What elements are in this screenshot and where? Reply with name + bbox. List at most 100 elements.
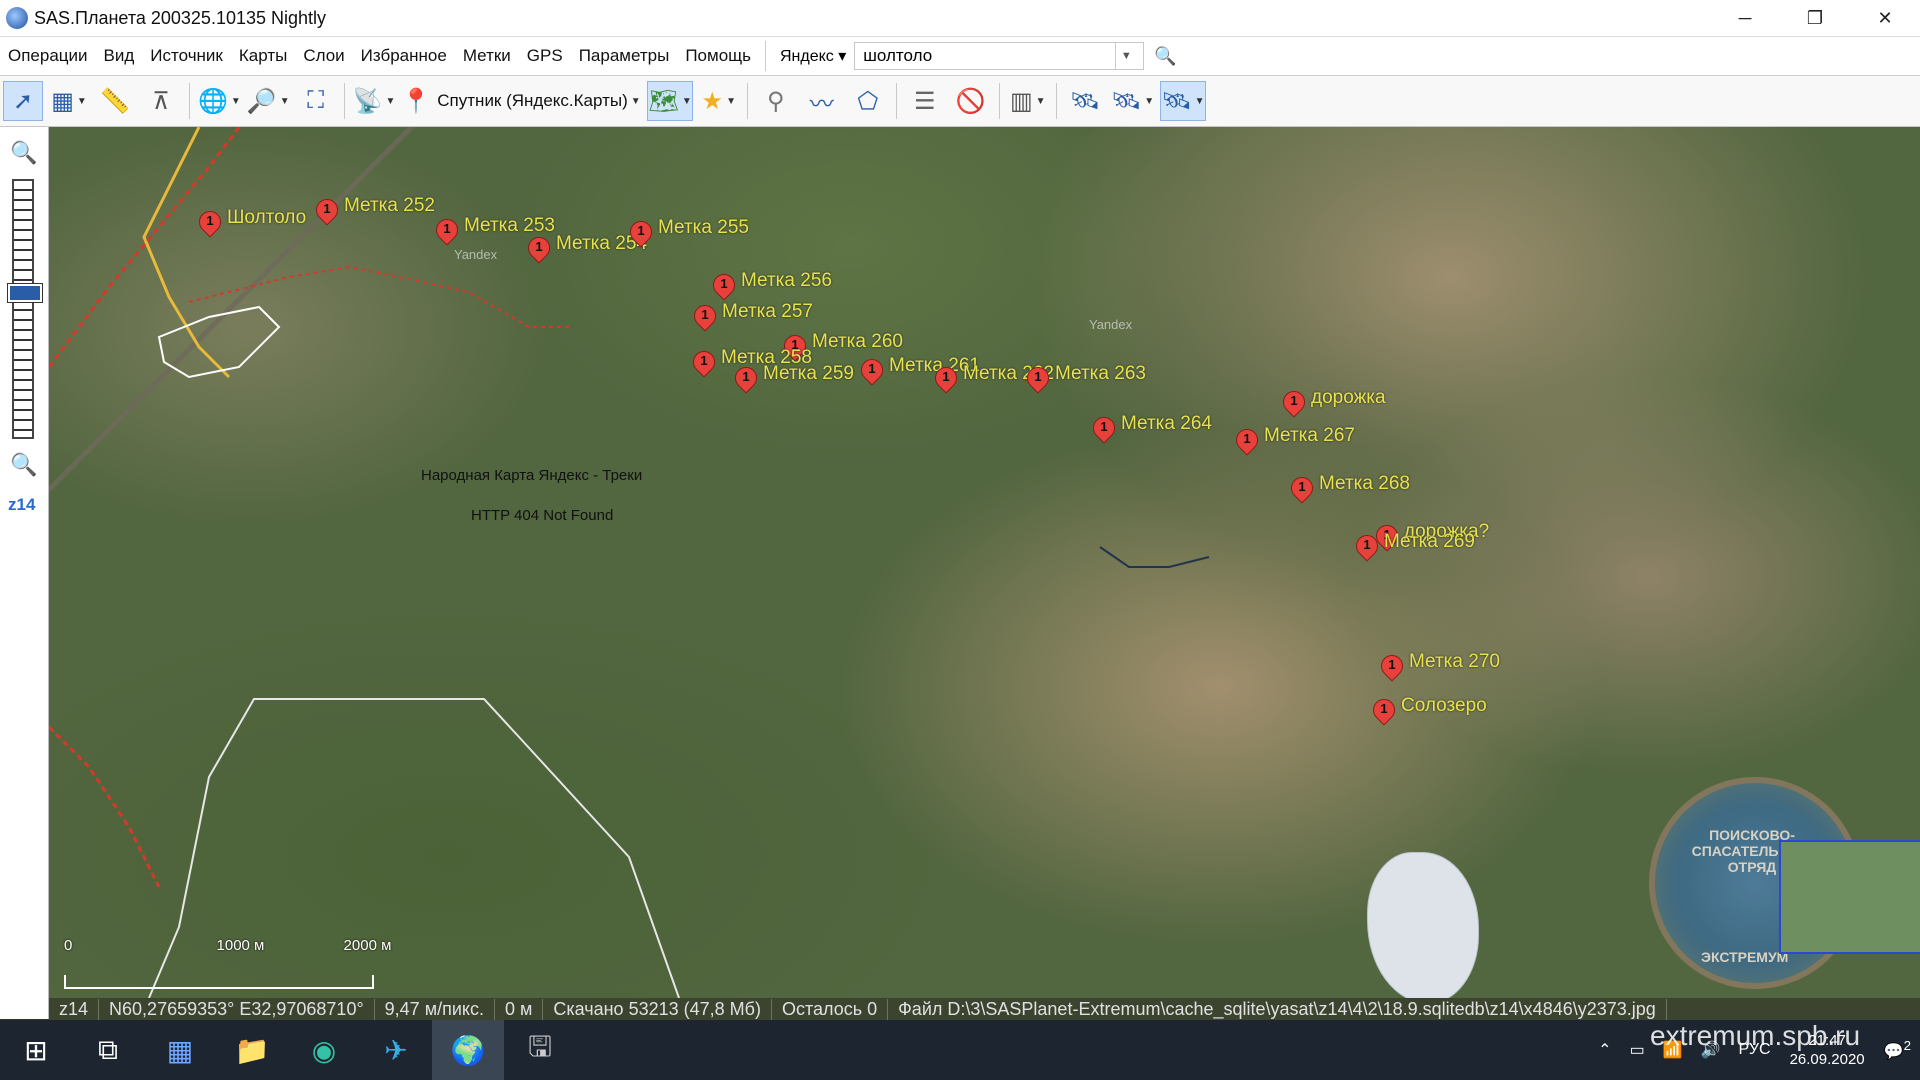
close-button[interactable]: ✕ (1850, 0, 1920, 36)
placemark-label: Метка 252 (344, 195, 435, 216)
pointer-tool-button[interactable]: ➚ (3, 81, 43, 121)
gps-track-button[interactable]: 🛰 ▼ (1111, 81, 1154, 121)
lake-solozero (1367, 852, 1479, 998)
gps-connect-button[interactable]: 🛰 (1065, 81, 1105, 121)
hide-marks-button[interactable]: 🚫 (951, 81, 991, 121)
sasplanet-icon[interactable]: 🌍 (432, 1020, 504, 1080)
toolbar-separator (746, 83, 748, 119)
marker-pin-icon: 1 (199, 211, 221, 241)
calc-path-button[interactable]: ⊼ (141, 81, 181, 121)
zoom-in-icon[interactable]: 🔍 (10, 139, 38, 167)
search-provider-select[interactable]: Яндекс ▾ (772, 46, 854, 66)
placemark[interactable]: 1 Метка 269 (1356, 531, 1475, 565)
notifications-icon[interactable]: 💬2 (1884, 1038, 1911, 1061)
scale-label-mid: 1000 м (216, 937, 265, 954)
select-area-icon: ▦ (51, 87, 74, 115)
placemark[interactable]: 1 Метка 264 (1093, 413, 1212, 447)
placemark[interactable]: 1 Метка 255 (630, 217, 749, 251)
placemark[interactable]: 1 Метка 259 (735, 363, 854, 397)
globe-button[interactable]: 🌐 ▼ (198, 81, 241, 121)
placemark-label: Метка 260 (812, 331, 903, 352)
path-icon: 〰 (809, 90, 834, 118)
add-path-button[interactable]: 〰 (802, 81, 842, 121)
add-polygon-button[interactable]: ⬠ (848, 81, 888, 121)
title-bar: SAS.Планета 200325.10135 Nightly ─ ❐ ✕ (0, 0, 1920, 37)
status-resolution: 9,47 м/пикс. (375, 998, 495, 1020)
menu-view[interactable]: Вид (96, 46, 143, 66)
menu-operations[interactable]: Операции (0, 46, 96, 66)
restore-button[interactable]: ❐ (1780, 0, 1850, 36)
menu-layers[interactable]: Слои (295, 46, 352, 66)
scale-bar: 0 1000 м 2000 м (64, 937, 391, 954)
minimize-button[interactable]: ─ (1710, 0, 1780, 36)
gps-device-button[interactable]: ▥ ▼ (1008, 81, 1048, 121)
placemark[interactable]: 1 Метка 270 (1381, 651, 1500, 685)
toolbar-separator (189, 83, 190, 119)
placemark[interactable]: 1 Метка 268 (1291, 473, 1410, 507)
toolbar-separator (895, 83, 897, 119)
marks-list-button[interactable]: ☰ (905, 81, 945, 121)
ruler-button[interactable]: 📏 (95, 81, 135, 121)
menu-source[interactable]: Источник (142, 46, 231, 66)
telegram-icon[interactable]: ✈ (360, 1020, 432, 1080)
star-icon: ★ (701, 87, 724, 115)
gps-center-button[interactable]: 🛰 ▼ (1160, 81, 1206, 121)
placemark[interactable]: 1 Шолтоло (199, 207, 306, 241)
menu-help[interactable]: Помощь (677, 46, 759, 66)
marker-pin-icon: 1 (935, 367, 957, 397)
track-red (49, 127, 241, 368)
globe-icon: 🌐 (198, 87, 228, 115)
select-area-button[interactable]: ▦ ▼ (49, 81, 89, 121)
map-source-button[interactable]: 📍 Спутник (Яндекс.Карты) ▼ (401, 81, 641, 121)
placemark[interactable]: 1 дорожка (1283, 387, 1385, 421)
search-history-dropdown[interactable]: ▼ (1115, 43, 1136, 69)
map-source-label: Спутник (Яндекс.Карты) (437, 91, 628, 110)
satellite-center-icon: 🛰 (1161, 87, 1192, 115)
favorites-button[interactable]: ★ ▼ (699, 81, 739, 121)
placemark-label: Метка 267 (1264, 425, 1355, 446)
task-view-icon[interactable]: ⧉ (72, 1020, 144, 1080)
placemark[interactable]: 1 Метка 263 (1027, 363, 1146, 397)
minimap[interactable] (1779, 840, 1920, 954)
placemark[interactable]: 1 Метка 257 (694, 301, 813, 335)
add-placemark-button[interactable]: ⚲ (756, 81, 796, 121)
map-view[interactable]: Yandex Yandex Народная Карта Яндекс - Тр… (49, 127, 1920, 998)
fullscreen-button[interactable]: ⛶ (296, 81, 336, 121)
track-red-south (49, 725, 161, 888)
file-explorer-icon[interactable]: 📁 (216, 1020, 288, 1080)
site-watermark: extremum.spb.ru (1650, 1020, 1861, 1051)
marker-pin-icon: 1 (735, 367, 757, 397)
map-pin-icon: 📍 (401, 87, 432, 115)
placemark[interactable]: 1 Метка 267 (1236, 425, 1355, 459)
chevron-up-icon[interactable]: ⌃ (1598, 1040, 1611, 1060)
edge-icon[interactable]: ◉ (288, 1020, 360, 1080)
menu-maps[interactable]: Карты (231, 46, 295, 66)
zoom-slider[interactable] (12, 179, 34, 439)
scale-label-end: 2000 м (343, 937, 392, 954)
marker-pin-icon: 1 (694, 305, 716, 335)
search-input[interactable] (861, 45, 1116, 67)
zoom-out-icon[interactable]: 🔍 (10, 451, 38, 479)
calculator-icon[interactable]: ▦ (144, 1020, 216, 1080)
start-icon[interactable]: ⊞ (0, 1020, 72, 1080)
menu-gps[interactable]: GPS (519, 46, 571, 66)
search-provider-label: Яндекс (780, 48, 834, 65)
search-icon[interactable]: 🔍 (1154, 46, 1176, 67)
battery-icon[interactable]: ▭ (1630, 1040, 1645, 1060)
tool-icon[interactable]: 🖫 (504, 1020, 576, 1080)
placemark[interactable]: 1 Солозеро (1373, 695, 1486, 729)
notifications-count: 2 (1903, 1038, 1911, 1054)
placemark[interactable]: 1 Метка 252 (316, 195, 435, 229)
zoom-tool-button[interactable]: 🔎 ▼ (247, 81, 290, 121)
menu-settings[interactable]: Параметры (571, 46, 678, 66)
menu-marks[interactable]: Метки (455, 46, 519, 66)
status-downloaded: Скачано 53213 (47,8 Мб) (543, 998, 772, 1020)
marker-pin-icon: 1 (713, 274, 735, 304)
compass-icon: ⊼ (152, 87, 170, 115)
placemark[interactable]: 1 Метка 256 (713, 270, 832, 304)
zoom-slider-thumb[interactable] (8, 284, 42, 302)
no-entry-icon: 🚫 (955, 87, 986, 115)
menu-favorites[interactable]: Избранное (353, 46, 455, 66)
layers-button[interactable]: 🗺 ▼ (647, 81, 693, 121)
satellite-dish-button[interactable]: 📡 ▼ (353, 81, 396, 121)
